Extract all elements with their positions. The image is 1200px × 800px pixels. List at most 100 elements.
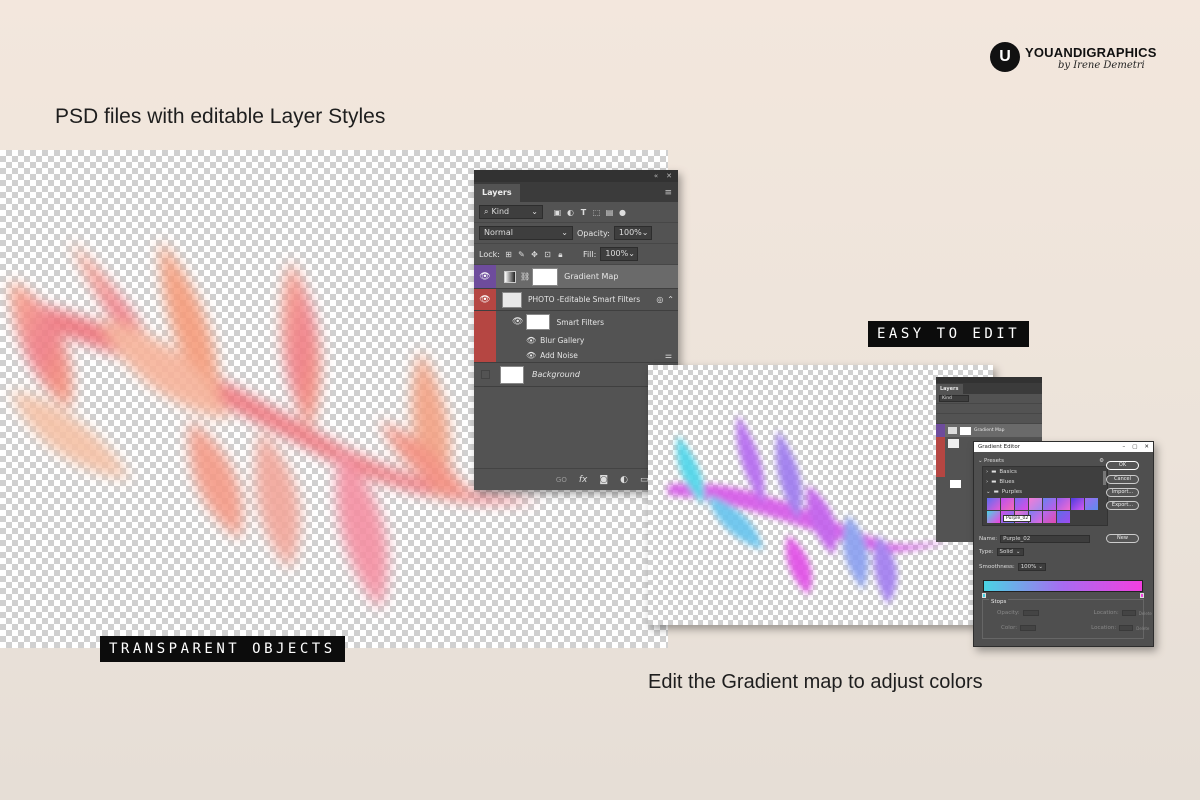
logo-mark: U bbox=[999, 48, 1011, 65]
minimize-icon[interactable]: – bbox=[1122, 444, 1125, 450]
cancel-button[interactable]: Cancel bbox=[1106, 475, 1139, 484]
mini-red-strip bbox=[936, 437, 945, 477]
folder-icon: ▬ bbox=[991, 479, 997, 485]
preset-swatch[interactable] bbox=[1043, 511, 1056, 523]
maximize-icon[interactable]: ▢ bbox=[1132, 444, 1137, 450]
preset-swatch[interactable] bbox=[1001, 498, 1014, 510]
folder-label: Basics bbox=[999, 469, 1017, 475]
presets-label: Presets bbox=[984, 458, 1005, 464]
search-icon: ⌕ bbox=[484, 207, 489, 216]
stop-location-input[interactable] bbox=[1121, 610, 1136, 616]
blend-mode-select[interactable]: Normal ⌄ bbox=[479, 226, 573, 240]
preset-folder-blues[interactable]: › ▬ Blues bbox=[983, 477, 1107, 487]
smart-filter-indicator-icon: ◎ bbox=[656, 295, 664, 304]
close-icon[interactable]: ✕ bbox=[1144, 444, 1149, 450]
ok-button[interactable]: OK bbox=[1106, 461, 1139, 470]
close-icon[interactable]: ✕ bbox=[666, 172, 672, 180]
smoothness-input[interactable]: 100% ⌄ bbox=[1017, 563, 1047, 571]
chevron-up-icon[interactable]: ⌃ bbox=[667, 295, 674, 304]
lock-position-icon[interactable]: ✥ bbox=[530, 250, 539, 259]
color-stop-left[interactable] bbox=[982, 593, 986, 598]
stop-color-swatch[interactable] bbox=[1020, 625, 1037, 631]
mini-layer-gradient[interactable]: Gradient Map bbox=[936, 424, 1042, 437]
preset-folder-purples[interactable]: ⌄ ▬ Purples bbox=[983, 487, 1107, 497]
lock-artboard-icon[interactable]: ⊡ bbox=[543, 250, 552, 259]
preset-swatch[interactable] bbox=[1015, 498, 1028, 510]
link-icon[interactable]: GO bbox=[556, 476, 567, 484]
pixel-filter-icon[interactable]: ▣ bbox=[553, 208, 562, 217]
chevron-right-icon: › bbox=[986, 469, 989, 475]
eye-icon[interactable]: 👁︎ bbox=[474, 265, 496, 288]
layer-gradient-map[interactable]: 👁︎ ⛓︎ Gradient Map bbox=[474, 265, 678, 289]
type-select[interactable]: Solid ⌄ bbox=[996, 548, 1024, 556]
tag-easy-to-edit: EASY TO EDIT bbox=[868, 321, 1030, 347]
lock-pixels-icon[interactable]: ✎ bbox=[517, 250, 526, 259]
color-stop-right[interactable] bbox=[1140, 593, 1144, 598]
stop-location-input[interactable] bbox=[1119, 625, 1134, 631]
mask-icon[interactable]: ◙ bbox=[599, 475, 608, 485]
delete-opacity-stop-button[interactable]: Delete bbox=[1139, 611, 1152, 616]
eye-icon[interactable] bbox=[936, 424, 945, 437]
eye-icon[interactable]: 👁︎ bbox=[512, 317, 523, 327]
red-strip bbox=[474, 333, 496, 348]
preset-swatch[interactable] bbox=[1057, 511, 1070, 523]
mini-layer-name: Gradient Map bbox=[974, 428, 1005, 433]
preset-swatch[interactable] bbox=[1057, 498, 1070, 510]
panel-menu-icon[interactable]: ≡ bbox=[664, 184, 672, 202]
layer-name: Background bbox=[532, 370, 580, 379]
mini-lock-row bbox=[936, 414, 1042, 424]
type-filter-icon[interactable]: T bbox=[579, 208, 588, 217]
folder-icon: ▬ bbox=[993, 489, 999, 495]
mini-kind-select[interactable]: Kind bbox=[939, 395, 969, 402]
eye-icon[interactable]: 👁︎ bbox=[526, 336, 536, 345]
kind-filter-select[interactable]: ⌕ Kind ⌄ bbox=[479, 205, 543, 219]
caption-edit-gradient: Edit the Gradient map to adjust colors bbox=[648, 671, 983, 693]
preset-folder-basics[interactable]: › ▬ Basics bbox=[983, 467, 1107, 477]
import-button[interactable]: Import... bbox=[1106, 488, 1139, 497]
headline: PSD files with editable Layer Styles bbox=[55, 105, 386, 128]
eye-icon[interactable]: 👁︎ bbox=[474, 289, 496, 310]
adjustment-icon[interactable]: ◐ bbox=[620, 475, 628, 485]
preset-swatch[interactable] bbox=[1029, 498, 1042, 510]
lock-transparency-icon[interactable]: ⊞ bbox=[504, 250, 513, 259]
filter-add-noise[interactable]: 👁︎ Add Noise ⚌ bbox=[474, 348, 678, 363]
eye-icon[interactable]: 👁︎ bbox=[526, 351, 536, 360]
smartobject-filter-icon[interactable]: ▤ bbox=[605, 208, 614, 217]
new-button[interactable]: New bbox=[1106, 534, 1139, 543]
preset-swatch[interactable] bbox=[987, 498, 1000, 510]
gradient-bar[interactable] bbox=[983, 580, 1143, 592]
export-button[interactable]: Export... bbox=[1106, 501, 1139, 510]
folder-label: Purples bbox=[1001, 489, 1023, 495]
gear-icon[interactable]: ⚙︎ bbox=[1099, 458, 1104, 464]
presets-header[interactable]: ⌄ Presets ⚙︎ bbox=[978, 458, 1104, 464]
preset-swatch[interactable] bbox=[987, 511, 1000, 523]
filter-options-icon[interactable]: ⚌ bbox=[665, 351, 672, 360]
filter-mask-thumbnail bbox=[526, 314, 551, 330]
stop-opacity-input[interactable] bbox=[1022, 610, 1039, 616]
collapse-icon[interactable]: « bbox=[654, 172, 658, 180]
name-input[interactable]: Purple_02 bbox=[1000, 535, 1091, 543]
fx-icon[interactable]: fx bbox=[579, 475, 588, 485]
fill-input[interactable]: 100% ⌄ bbox=[600, 247, 639, 261]
visibility-toggle[interactable] bbox=[474, 363, 496, 386]
filter-blur-gallery[interactable]: 👁︎ Blur Gallery bbox=[474, 333, 678, 348]
tab-layers[interactable]: Layers bbox=[474, 184, 520, 202]
preset-swatch[interactable] bbox=[1085, 498, 1098, 510]
stops-label: Stops bbox=[989, 599, 1009, 605]
shape-filter-icon[interactable]: ⬚ bbox=[592, 208, 601, 217]
layer-photo[interactable]: 👁︎ PHOTO -Editable Smart Filters ◎ ⌃ bbox=[474, 289, 678, 311]
delete-color-stop-button[interactable]: Delete bbox=[1136, 626, 1149, 631]
link-icon: ⛓︎ bbox=[520, 272, 531, 281]
preset-swatch[interactable] bbox=[1071, 498, 1084, 510]
filter-toggle-icon[interactable]: ● bbox=[618, 208, 627, 217]
opacity-input[interactable]: 100% ⌄ bbox=[613, 226, 652, 240]
chevron-down-icon: ⌄ bbox=[986, 489, 991, 495]
mini-photo-thumb bbox=[948, 439, 959, 448]
preset-swatch[interactable] bbox=[1043, 498, 1056, 510]
lock-all-icon[interactable]: 🔒︎ bbox=[556, 250, 565, 259]
layer-name: PHOTO -Editable Smart Filters bbox=[528, 295, 641, 304]
adjustment-filter-icon[interactable]: ◐ bbox=[566, 208, 575, 217]
mini-filter-row: Kind bbox=[936, 394, 1042, 404]
lock-label: Lock: bbox=[479, 249, 500, 259]
layer-smart-filters[interactable]: 👁︎ Smart Filters bbox=[474, 311, 678, 333]
